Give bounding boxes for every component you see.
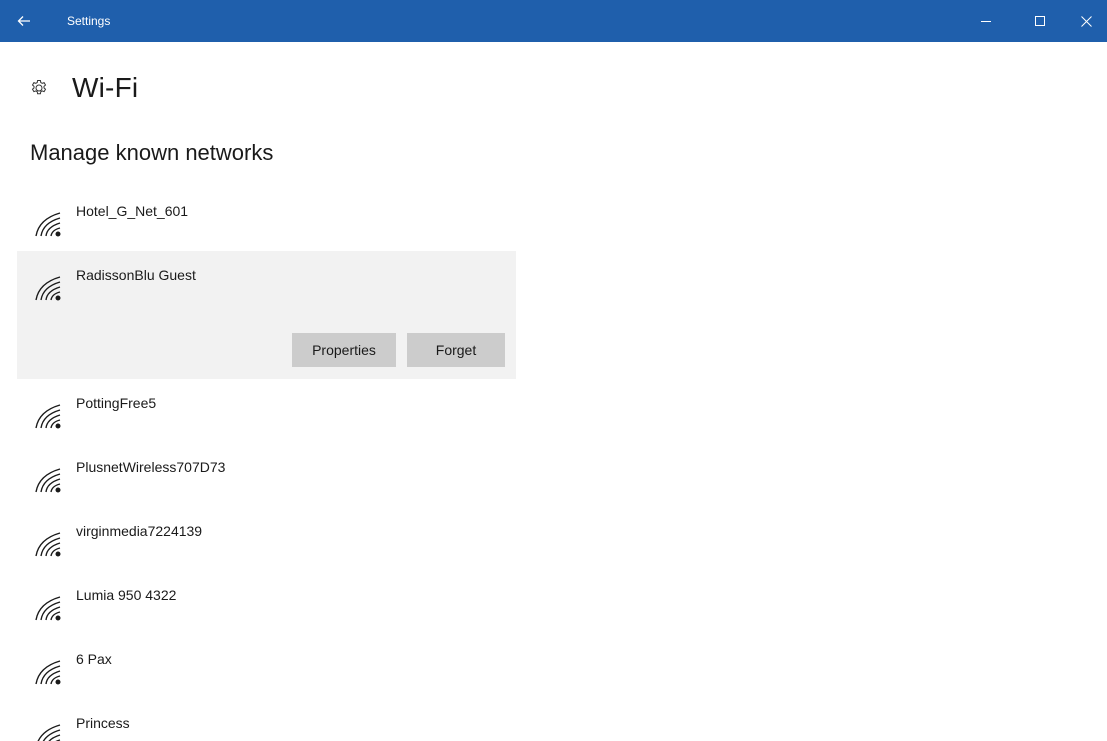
back-arrow-icon bbox=[17, 16, 30, 26]
wifi-signal-icon bbox=[37, 724, 61, 741]
window-title: Settings bbox=[67, 14, 111, 28]
network-item[interactable]: PlusnetWireless707D73 bbox=[17, 443, 516, 507]
network-item[interactable]: 6 Pax bbox=[17, 635, 516, 699]
network-item[interactable]: Princess bbox=[17, 699, 516, 741]
forget-button[interactable]: Forget bbox=[407, 333, 505, 367]
maximize-button[interactable] bbox=[1017, 0, 1063, 42]
network-item[interactable]: virginmedia7224139 bbox=[17, 507, 516, 571]
known-networks-list: Hotel_G_Net_601 RadissonBlu Guest Proper… bbox=[17, 187, 516, 741]
wifi-signal-icon bbox=[35, 212, 61, 237]
network-name: Princess bbox=[76, 715, 130, 731]
back-button[interactable] bbox=[0, 0, 48, 42]
page-header: Wi-Fi bbox=[30, 70, 138, 106]
network-item[interactable]: PottingFree5 bbox=[17, 379, 516, 443]
close-button[interactable] bbox=[1063, 0, 1107, 42]
wifi-signal-icon bbox=[35, 276, 61, 301]
network-name: Hotel_G_Net_601 bbox=[76, 203, 189, 219]
wifi-signal-icon bbox=[35, 532, 61, 557]
wifi-signal-icon bbox=[35, 468, 61, 493]
section-title: Manage known networks bbox=[30, 140, 274, 165]
network-item[interactable]: Hotel_G_Net_601 bbox=[17, 187, 516, 251]
maximize-icon bbox=[1035, 16, 1045, 26]
network-item-selected[interactable]: RadissonBlu Guest Properties Forget bbox=[17, 251, 516, 379]
network-item[interactable]: Lumia 950 4322 bbox=[17, 571, 516, 635]
properties-button[interactable]: Properties bbox=[292, 333, 396, 367]
minimize-button[interactable] bbox=[963, 0, 1009, 42]
wifi-signal-icon bbox=[35, 404, 61, 429]
network-name: 6 Pax bbox=[76, 651, 112, 667]
network-name: Lumia 950 4322 bbox=[76, 587, 177, 603]
network-name: PottingFree5 bbox=[76, 395, 157, 411]
settings-window: Settings Wi-Fi Manage known networks Hot… bbox=[0, 0, 1107, 741]
wifi-signal-icon bbox=[35, 660, 61, 685]
network-name: virginmedia7224139 bbox=[76, 523, 203, 539]
close-icon bbox=[1080, 15, 1092, 27]
title-bar: Settings bbox=[0, 0, 1107, 42]
minimize-icon bbox=[981, 21, 991, 22]
page-title: Wi-Fi bbox=[72, 72, 139, 103]
network-name: RadissonBlu Guest bbox=[76, 267, 196, 283]
wifi-signal-icon bbox=[35, 596, 61, 621]
gear-icon bbox=[30, 79, 48, 97]
network-name: PlusnetWireless707D73 bbox=[76, 459, 226, 475]
